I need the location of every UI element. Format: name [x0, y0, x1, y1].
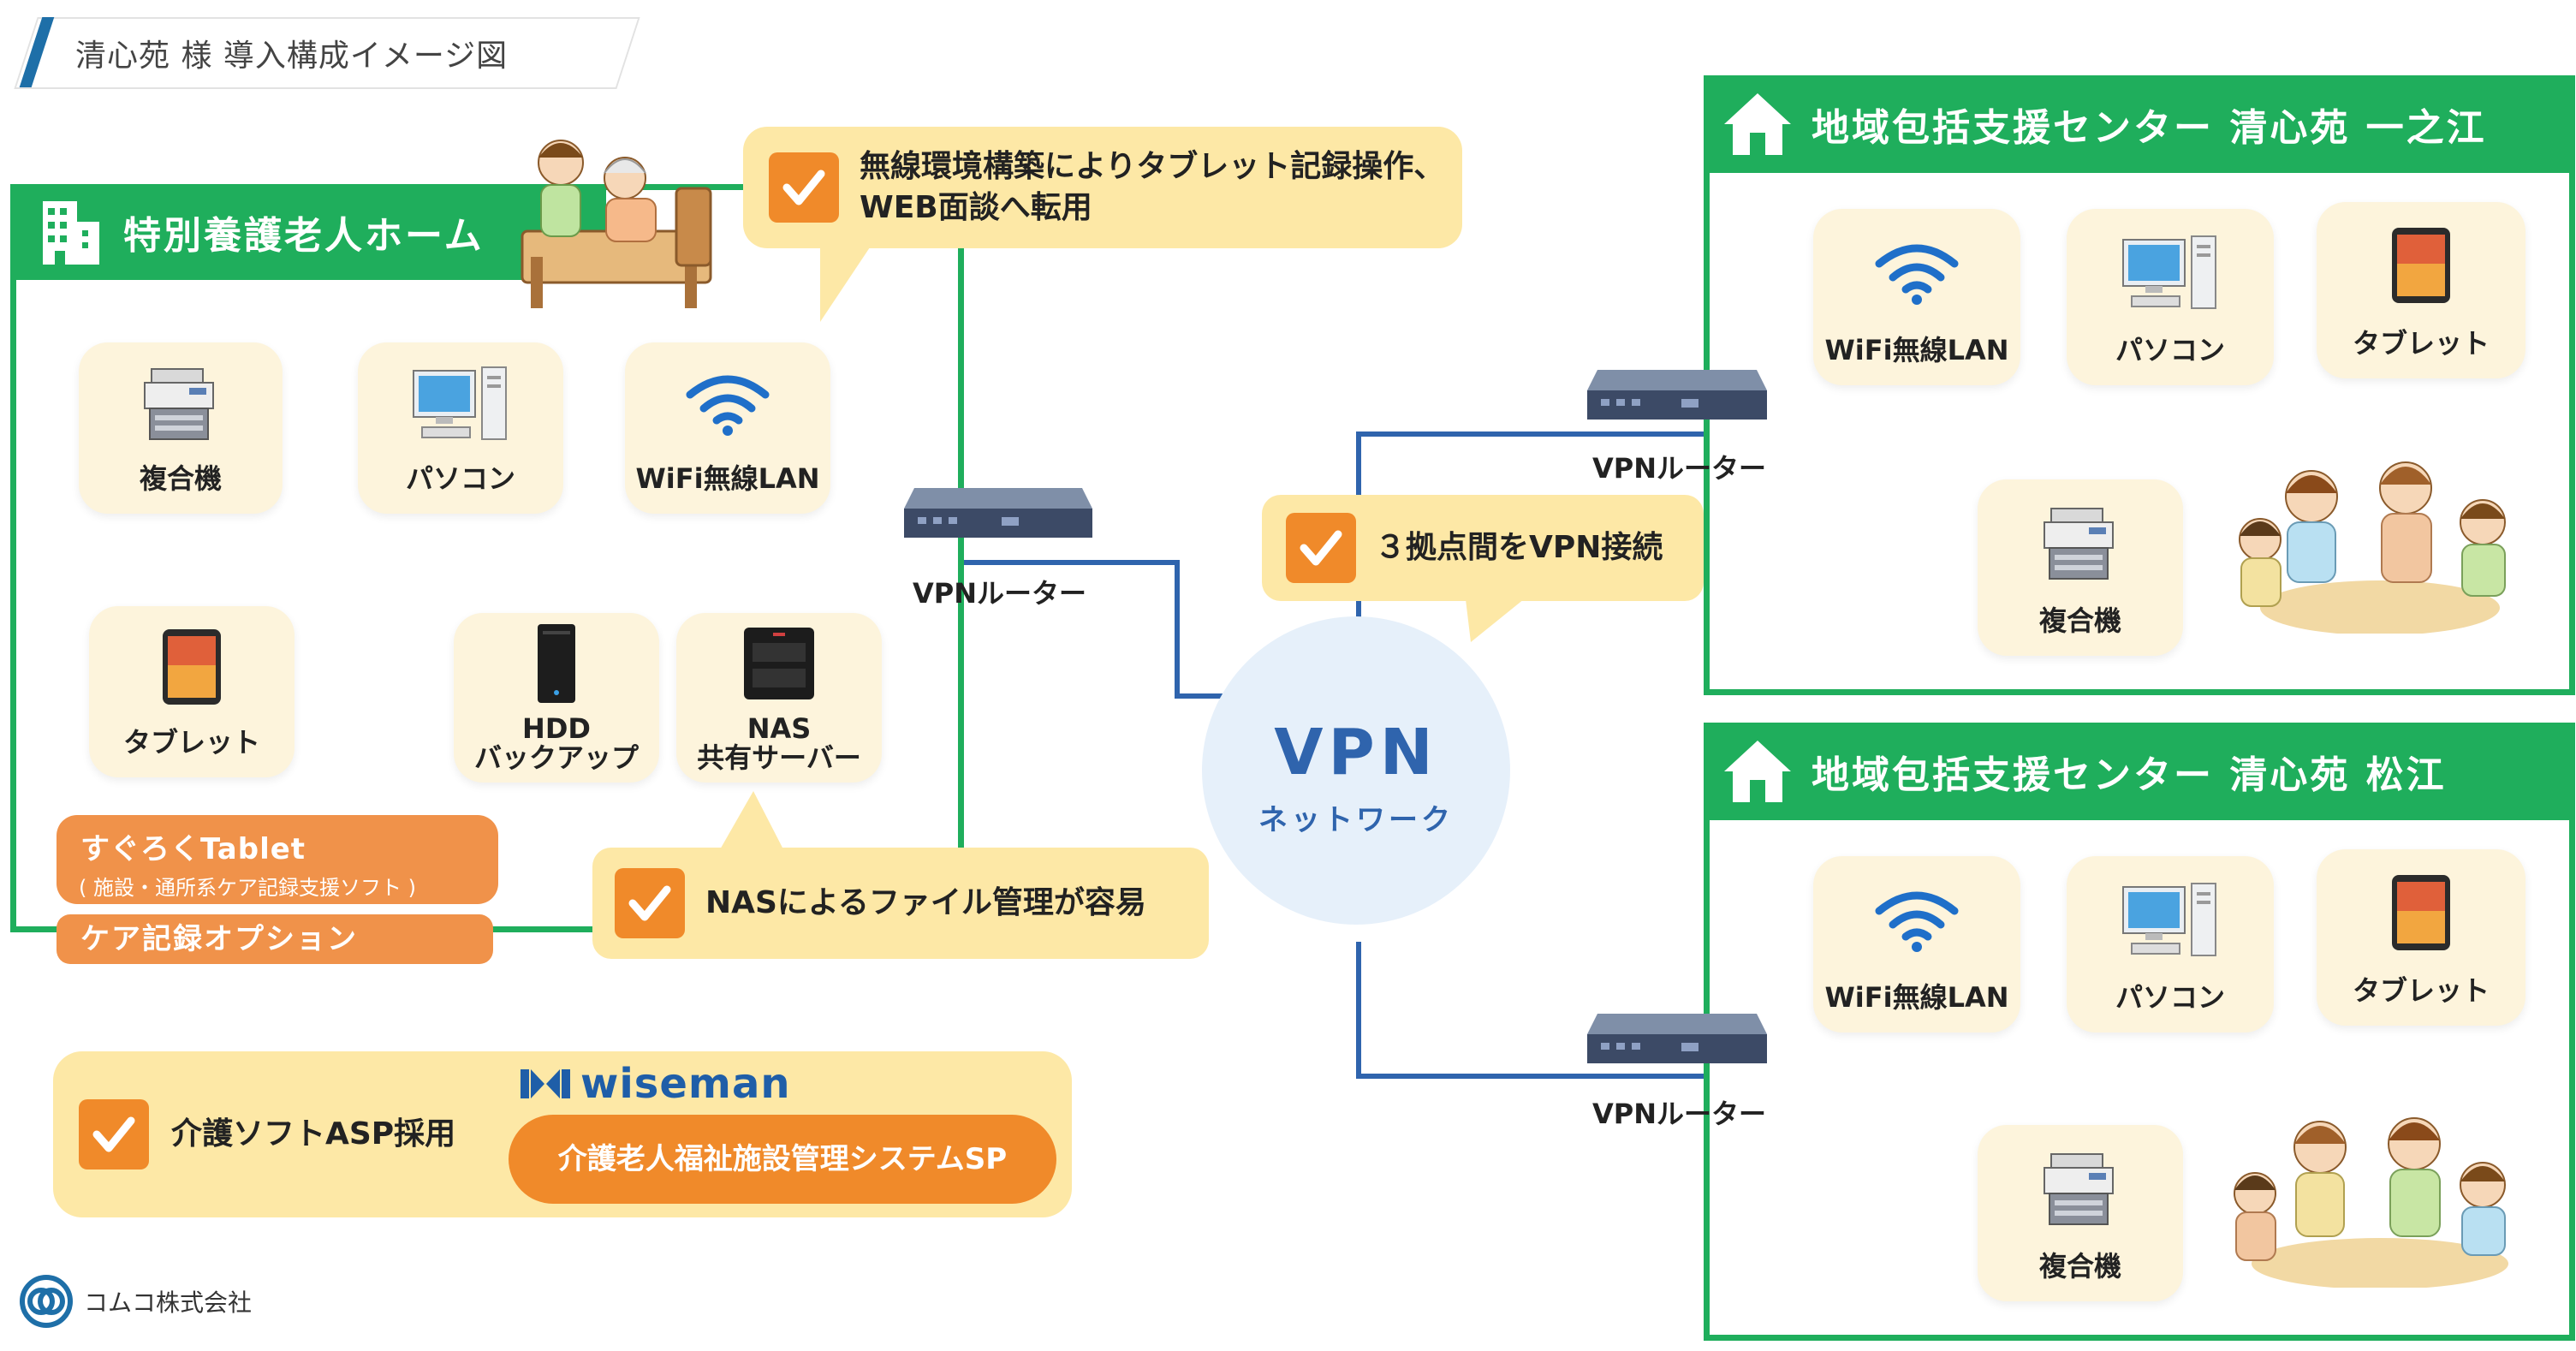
hdd-icon — [538, 624, 575, 703]
device-card-tablet: タブレット — [2317, 202, 2525, 378]
home-icon — [1724, 741, 1791, 802]
device-label: パソコン — [2115, 981, 2225, 1014]
branch-site-1-header: 地域包括支援センター 清心苑 一之江 — [1704, 75, 2575, 173]
branch-site-title: 地域包括支援センター 清心苑 一之江 — [1812, 106, 2487, 150]
wiseman-logo: wiseman — [519, 1060, 791, 1108]
nas-label-line-2: 共有サーバー — [697, 741, 861, 774]
device-label: 複合機 — [139, 462, 222, 495]
check-icon — [1286, 513, 1356, 583]
wifi-icon — [1875, 891, 1959, 952]
staff-meeting-illustration — [2239, 461, 2506, 634]
copier-icon — [2044, 508, 2114, 580]
device-label: WiFi無線LAN — [635, 462, 820, 495]
device-label: WiFi無線LAN — [1824, 981, 2009, 1014]
software-name: すぐろくTablet — [80, 832, 306, 866]
building-icon — [43, 201, 99, 265]
copier-icon — [144, 368, 214, 440]
device-label: 複合機 — [2038, 604, 2121, 637]
software-pill: すぐろくTablet ( 施設・通所系ケア記録支援ソフト ) — [57, 815, 498, 904]
wifi-icon — [1875, 244, 1959, 305]
device-label: タブレット — [122, 726, 260, 759]
nas-icon — [744, 628, 814, 699]
care-bed-illustration — [521, 140, 712, 308]
callout-tail — [719, 791, 784, 851]
device-card-tablet: タブレット — [89, 606, 294, 777]
router-icon — [1587, 370, 1767, 420]
callout-tail — [1466, 599, 1524, 642]
router-icon — [1587, 1014, 1767, 1063]
callout-nas-text: NASによるファイル管理が容易 — [705, 885, 1146, 920]
device-label: 複合機 — [2038, 1250, 2121, 1283]
device-card-nas: NAS 共有サーバー — [676, 613, 882, 783]
callout-vpn-text: ３拠点間をVPN接続 — [1375, 530, 1663, 565]
callout-vpn: ３拠点間をVPN接続 — [1262, 495, 1704, 601]
check-icon — [615, 868, 685, 938]
device-label: HDD バックアップ — [474, 714, 639, 772]
tablet-icon — [2392, 228, 2450, 303]
device-label: パソコン — [405, 462, 515, 495]
wiseman-brand: wiseman — [580, 1060, 791, 1108]
software-subtitle: ( 施設・通所系ケア記録支援ソフト ) — [79, 876, 416, 900]
device-label: NAS 共有サーバー — [697, 714, 861, 772]
vpn-network-title: VPN — [1274, 716, 1438, 789]
callout-wireless-line-1: 無線環境構築によりタブレット記録操作、 — [860, 149, 1445, 184]
company-logo-icon — [20, 1275, 73, 1328]
wiseman-mark-icon — [521, 1069, 570, 1098]
branch-router-label: VPNルーター — [1592, 452, 1767, 485]
main-router-label: VPNルーター — [913, 577, 1087, 610]
wifi-icon — [686, 375, 770, 436]
device-label: タブレット — [2352, 974, 2490, 1007]
wiseman-product-pill: 介護老人福祉施設管理システムSP — [509, 1115, 1056, 1204]
tablet-icon — [163, 629, 221, 705]
device-card-wifi: WiFi無線LAN — [1813, 209, 2020, 385]
nas-label-line-1: NAS — [747, 712, 812, 745]
tablet-icon — [2392, 875, 2450, 950]
hdd-label-line-1: HDD — [522, 712, 591, 745]
main-site-title: 特別養護老人ホーム — [123, 214, 485, 258]
device-card-pc: パソコン — [2067, 856, 2274, 1033]
pc-icon — [413, 366, 507, 440]
device-card-copier: 複合機 — [1978, 1125, 2183, 1301]
device-label: パソコン — [2115, 334, 2225, 366]
hdd-label-line-2: バックアップ — [473, 741, 639, 774]
check-icon — [79, 1099, 149, 1169]
pc-icon — [2122, 883, 2216, 956]
device-card-copier: 複合機 — [1978, 479, 2183, 656]
branch-site-title: 地域包括支援センター 清心苑 松江 — [1812, 753, 2447, 797]
device-card-hdd: HDD バックアップ — [454, 613, 659, 783]
callout-wireless: 無線環境構築によりタブレット記録操作、 WEB面談へ転用 — [743, 127, 1462, 248]
callout-nas: NASによるファイル管理が容易 — [592, 848, 1209, 959]
copier-icon — [2044, 1153, 2114, 1225]
company-logo: コムコ株式会社 — [19, 1274, 252, 1329]
branch-router-label: VPNルーター — [1592, 1098, 1767, 1130]
device-card-pc: パソコン — [358, 342, 563, 514]
staff-meeting-illustration — [2234, 1117, 2508, 1288]
device-label: タブレット — [2352, 327, 2490, 360]
company-name: コムコ株式会社 — [84, 1289, 253, 1317]
branch-site-2-header: 地域包括支援センター 清心苑 松江 — [1704, 723, 2575, 820]
callout-wireless-line-2: WEB面談へ転用 — [860, 190, 1092, 225]
device-label: WiFi無線LAN — [1824, 334, 2009, 366]
router-icon — [904, 488, 1092, 538]
device-card-tablet: タブレット — [2317, 849, 2525, 1026]
check-icon — [769, 152, 839, 223]
callout-tail — [820, 245, 872, 322]
pc-icon — [2122, 235, 2216, 309]
device-card-wifi: WiFi無線LAN — [1813, 856, 2020, 1033]
device-card-wifi: WiFi無線LAN — [625, 342, 830, 514]
device-card-pc: パソコン — [2067, 209, 2274, 385]
care-record-option-pill: ケア記録オプション — [57, 914, 493, 964]
vpn-network-subtitle: ネットワーク — [1258, 803, 1454, 837]
device-card-copier: 複合機 — [79, 342, 283, 514]
home-icon — [1724, 93, 1791, 155]
page-title: 清心苑 様 導入構成イメージ図 — [75, 39, 509, 74]
callout-asp-text: 介護ソフトASP採用 — [171, 1116, 456, 1152]
